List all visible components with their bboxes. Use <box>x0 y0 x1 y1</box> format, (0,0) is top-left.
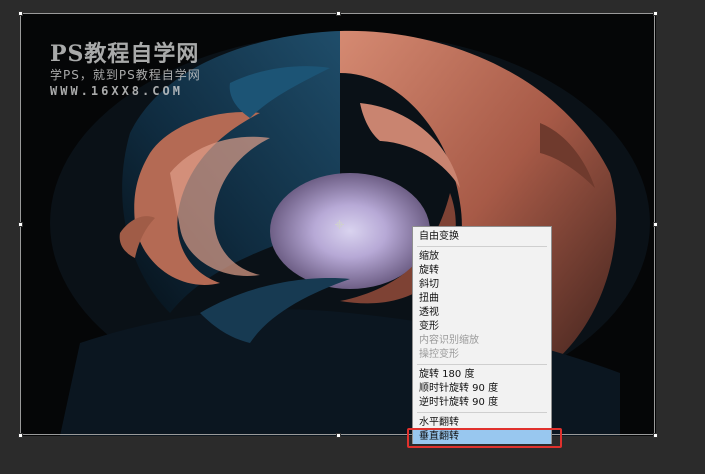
transform-handle-bottom-left[interactable] <box>18 433 23 438</box>
watermark-url: WWW.16XX8.COM <box>50 84 183 98</box>
menu-item-free-transform[interactable]: 自由变换 <box>413 230 551 244</box>
menu-separator <box>417 412 547 413</box>
menu-item-perspective[interactable]: 透视 <box>413 306 551 320</box>
transform-context-menu: 自由变换 缩放 旋转 斜切 扭曲 透视 变形 内容识别缩放 操控变形 旋转 18… <box>412 226 552 444</box>
menu-separator <box>417 364 547 365</box>
menu-item-skew[interactable]: 斜切 <box>413 278 551 292</box>
menu-item-content-aware-scale: 内容识别缩放 <box>419 335 479 346</box>
transform-handle-bottom-right[interactable] <box>653 433 658 438</box>
transform-handle-top-center[interactable] <box>336 11 341 16</box>
menu-separator <box>417 246 547 247</box>
transform-handle-bottom-center[interactable] <box>336 433 341 438</box>
transform-handle-middle-right[interactable] <box>653 222 658 227</box>
menu-item-puppet-warp: 操控变形 <box>419 349 459 360</box>
transform-handle-middle-left[interactable] <box>18 222 23 227</box>
menu-item-scale[interactable]: 缩放 <box>413 250 551 264</box>
watermark: PS教程自学网 学PS，就到PS教程自学网 WWW.16XX8.COM <box>50 41 201 99</box>
menu-item-rotate-180[interactable]: 旋转 180 度 <box>413 368 551 382</box>
menu-item-rotate-90-cw[interactable]: 顺时针旋转 90 度 <box>413 382 551 396</box>
transform-handle-top-left[interactable] <box>18 11 23 16</box>
reference-point-icon[interactable] <box>335 220 344 229</box>
menu-item-rotate[interactable]: 旋转 <box>413 264 551 278</box>
transform-handle-top-right[interactable] <box>653 11 658 16</box>
menu-item-distort[interactable]: 扭曲 <box>413 292 551 306</box>
highlight-annotation-box <box>407 428 562 448</box>
menu-item-rotate-90-ccw[interactable]: 逆时针旋转 90 度 <box>413 396 551 410</box>
menu-item-warp[interactable]: 变形 <box>413 320 551 334</box>
watermark-subtitle: 学PS，就到PS教程自学网 <box>50 68 201 82</box>
watermark-title: PS教程自学网 <box>50 41 200 67</box>
